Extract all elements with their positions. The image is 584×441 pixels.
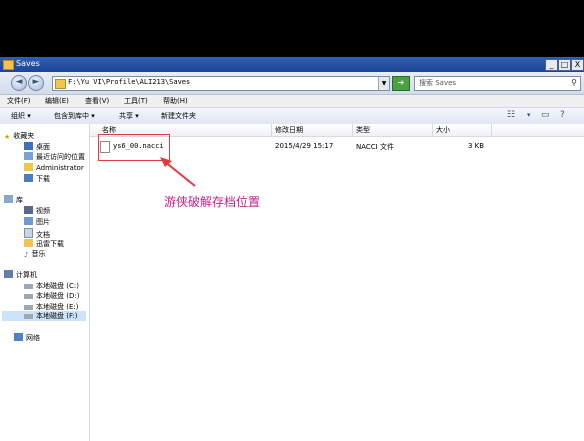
title-bar: Saves _ □ X xyxy=(0,57,584,72)
navigation-pane: ★ 收藏夹 桌面 最近访问的位置 Administrator 下载 库 视频 图片… xyxy=(0,124,90,441)
go-button[interactable]: ➔ xyxy=(392,76,410,91)
help-icon[interactable]: ? xyxy=(560,110,565,120)
new-folder-button[interactable]: 新建文件夹 xyxy=(161,111,196,121)
search-input[interactable]: 搜索 Saves ⚲ xyxy=(414,76,581,91)
forward-button[interactable]: ► xyxy=(28,75,44,91)
nav-item-pictures[interactable]: 图片 xyxy=(24,217,50,227)
nav-item-drive-d[interactable]: 本地磁盘 (D:) xyxy=(24,291,79,301)
menu-edit[interactable]: 编辑(E) xyxy=(45,96,69,106)
network-icon xyxy=(14,333,23,341)
nav-item-recent[interactable]: 最近访问的位置 xyxy=(24,152,85,162)
nav-item-desktop[interactable]: 桌面 xyxy=(24,142,50,152)
share-button[interactable]: 共享 ▾ xyxy=(119,111,139,121)
folder-icon xyxy=(24,163,33,171)
column-date[interactable]: 修改日期 xyxy=(275,125,303,135)
file-size: 3 KB xyxy=(468,142,485,150)
address-toolbar: ◄ ► F:\Yu VI\Profile\ALI213\Saves ▼ ➔ 搜索… xyxy=(0,72,584,95)
address-path: F:\Yu VI\Profile\ALI213\Saves xyxy=(68,78,191,86)
nav-item-music[interactable]: ♪ 音乐 xyxy=(24,249,45,259)
explorer-window: Saves _ □ X ◄ ► F:\Yu VI\Profile\ALI213\… xyxy=(0,57,584,441)
column-size[interactable]: 大小 xyxy=(436,125,450,135)
minimize-button[interactable]: _ xyxy=(545,59,558,71)
desktop-icon xyxy=(24,142,33,150)
preview-pane-icon[interactable]: ▭ xyxy=(541,110,550,120)
menu-view[interactable]: 查看(V) xyxy=(85,96,109,106)
nav-item-administrator[interactable]: Administrator xyxy=(24,163,84,172)
drive-icon xyxy=(24,284,33,289)
star-icon: ★ xyxy=(4,133,11,141)
drive-icon xyxy=(24,294,33,299)
window-title: Saves xyxy=(16,59,40,68)
recent-places-icon xyxy=(24,152,33,160)
nav-favorites[interactable]: ★ 收藏夹 xyxy=(4,131,34,141)
address-input[interactable]: F:\Yu VI\Profile\ALI213\Saves ▼ xyxy=(52,76,390,91)
include-in-library-button[interactable]: 包含到库中 ▾ xyxy=(54,111,95,121)
annotation-label: 游侠破解存档位置 xyxy=(164,195,261,209)
drive-icon xyxy=(24,305,33,310)
nav-network[interactable]: 网络 xyxy=(14,333,40,343)
back-button[interactable]: ◄ xyxy=(11,75,27,91)
file-date: 2015/4/29 15:17 xyxy=(275,142,334,150)
command-bar: 组织 ▾ 包含到库中 ▾ 共享 ▾ 新建文件夹 ☷ ▾ ▭ ? xyxy=(0,107,584,125)
file-type: NACCI 文件 xyxy=(356,143,394,151)
downloads-icon xyxy=(24,174,33,182)
annotation-arrow xyxy=(160,157,196,187)
folder-icon xyxy=(3,60,14,70)
library-icon xyxy=(4,195,13,203)
nav-item-xunlei[interactable]: 迅雷下载 xyxy=(24,239,64,249)
document-icon xyxy=(24,228,33,238)
nav-item-drive-f[interactable]: 本地磁盘 (F:) xyxy=(2,311,86,321)
menu-bar: 文件(F) 编辑(E) 查看(V) 工具(T) 帮助(H) xyxy=(0,95,584,107)
nav-item-videos[interactable]: 视频 xyxy=(24,206,50,216)
menu-tools[interactable]: 工具(T) xyxy=(124,96,148,106)
chevron-down-icon[interactable]: ▼ xyxy=(378,77,389,90)
column-type[interactable]: 类型 xyxy=(356,125,370,135)
organize-button[interactable]: 组织 ▾ xyxy=(11,111,31,121)
music-icon: ♪ xyxy=(24,251,29,259)
close-button[interactable]: X xyxy=(571,59,584,71)
nav-libraries[interactable]: 库 xyxy=(4,195,23,205)
video-icon xyxy=(24,206,33,214)
nav-computer[interactable]: 计算机 xyxy=(4,270,37,280)
folder-icon xyxy=(24,239,33,247)
computer-icon xyxy=(4,270,13,278)
nav-item-downloads[interactable]: 下载 xyxy=(24,174,50,184)
view-options-icon[interactable]: ☷ xyxy=(507,110,515,120)
chevron-down-icon[interactable]: ▾ xyxy=(527,111,531,119)
folder-icon xyxy=(55,79,66,89)
menu-file[interactable]: 文件(F) xyxy=(7,96,31,106)
maximize-button[interactable]: □ xyxy=(558,59,571,71)
picture-icon xyxy=(24,217,33,225)
menu-help[interactable]: 帮助(H) xyxy=(163,96,188,106)
search-placeholder: 搜索 Saves xyxy=(419,79,457,87)
nav-item-drive-c[interactable]: 本地磁盘 (C:) xyxy=(24,281,79,291)
search-icon[interactable]: ⚲ xyxy=(571,78,577,87)
table-row[interactable]: ys6_00.nacci 2015/4/29 15:17 NACCI 文件 3 … xyxy=(98,140,578,153)
drive-icon xyxy=(24,314,33,319)
